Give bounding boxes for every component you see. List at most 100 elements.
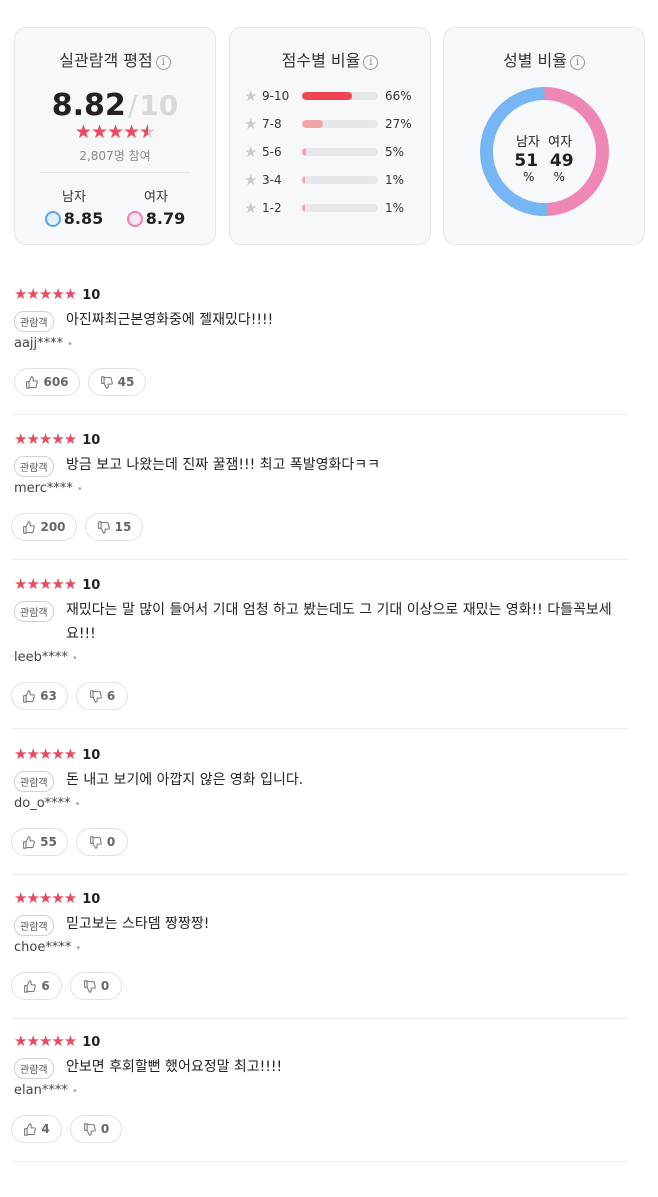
info-icon[interactable]: i: [363, 55, 379, 70]
user-id: do_o****: [14, 796, 71, 811]
like-button[interactable]: 606: [14, 368, 80, 396]
thumbs-down-icon: [83, 979, 96, 993]
review-divider: [12, 874, 628, 875]
viewer-badge: 관람객: [14, 771, 54, 792]
score-bar-fill: [302, 204, 306, 212]
review-user[interactable]: choe**** •: [14, 940, 81, 955]
review-text: 돈 내고 보기에 아깝지 않은 영화 입니다.: [66, 772, 304, 788]
participant-count: 2,807명 참여: [79, 149, 151, 163]
review-user[interactable]: aajj**** •: [14, 336, 73, 351]
score-range-label: 1-2: [262, 201, 282, 215]
like-button[interactable]: 6: [11, 972, 62, 1000]
thumbs-down-icon: [97, 520, 110, 534]
info-icon[interactable]: i: [155, 55, 171, 70]
thumbs-up-icon: [23, 520, 36, 534]
review-user[interactable]: do_o**** •: [14, 796, 81, 811]
dot-separator: •: [71, 653, 78, 664]
dot-separator: •: [74, 799, 81, 810]
score-percent: 5%: [385, 145, 405, 159]
score-dist-row: ★ 5-6 5%: [244, 142, 420, 162]
score-bar-fill: [302, 92, 353, 100]
male-ratio-value: 51: [514, 151, 539, 171]
female-face-icon: [126, 210, 143, 227]
user-id: aajj****: [14, 336, 64, 351]
dot-separator: •: [67, 339, 74, 350]
thumbs-up-icon: [23, 689, 35, 703]
dislike-count: 45: [117, 375, 135, 389]
review-divider: [12, 728, 628, 729]
score-range-label: 9-10: [262, 89, 290, 103]
female-score-col: 여자 8.79: [126, 186, 185, 228]
female-ratio-label: 여자: [548, 135, 573, 150]
viewer-badge: 관람객: [14, 601, 54, 622]
review-stars: ★★★★★ 10: [14, 1032, 100, 1050]
like-button[interactable]: 63: [11, 682, 68, 710]
star-icons: ★★★★★: [14, 285, 77, 303]
female-ratio-value: 49: [549, 151, 574, 171]
dislike-button[interactable]: 0: [70, 972, 122, 1000]
dislike-button[interactable]: 0: [70, 1115, 122, 1143]
review-stars: ★★★★★ 10: [14, 575, 100, 593]
thumbs-up-icon: [24, 979, 37, 993]
review-stars: ★★★★★ 10: [14, 745, 100, 763]
dislike-button[interactable]: 45: [88, 368, 146, 396]
review-score: 10: [82, 748, 101, 763]
info-icon[interactable]: i: [569, 55, 585, 70]
thumbs-down-icon: [89, 835, 102, 849]
thumbs-down-icon: [100, 375, 113, 389]
male-score: 8.85: [63, 209, 104, 228]
dot-separator: •: [71, 1086, 78, 1097]
dislike-count: 0: [106, 835, 116, 849]
dislike-button[interactable]: 15: [85, 513, 143, 541]
user-id: elan****: [14, 1083, 68, 1098]
review-text: 안보면 후회할뻔 했어요정말 최고!!!!: [66, 1059, 283, 1075]
review-text: 방금 보고 나왔는데 진짜 꿀잼!!! 최고 폭발영화다ㅋㅋ: [66, 457, 381, 473]
dislike-button[interactable]: 0: [76, 828, 128, 856]
thumbs-up-icon: [23, 835, 35, 849]
review-divider: [12, 1018, 628, 1019]
review-user[interactable]: elan**** •: [14, 1083, 78, 1098]
score-distribution-card: 점수별 비율 i ★ 9-10 66% ★ 7-8 27% ★ 5-6 5% ★ 3-4 1% ★ 1-2 1…: [229, 27, 431, 245]
review-user[interactable]: merc**** •: [14, 481, 83, 496]
male-label: 남자: [62, 190, 86, 205]
score-dist-row: ★ 1-2 1%: [244, 198, 420, 218]
review-score: 10: [82, 578, 101, 593]
star-icon: ★: [244, 115, 258, 133]
male-ratio-label: 남자: [515, 135, 540, 150]
user-id: leeb****: [14, 650, 68, 665]
score-percent: 1%: [385, 173, 405, 187]
rating-card: 실관람객 평점 i 8.82/10 ★★★★★ ★ 2,807명 참여 남자 8.8…: [14, 27, 216, 245]
like-count: 63: [40, 689, 57, 703]
dot-separator: •: [75, 943, 82, 954]
score-bar-fill: [302, 176, 306, 184]
dislike-count: 15: [114, 520, 132, 534]
gender-ratio-card: 성별 비율 i 남자 여자 51 49 % %: [443, 27, 645, 245]
dislike-button[interactable]: 6: [76, 682, 128, 710]
star-icons-full: ★★★★: [74, 121, 140, 143]
score-bar: [302, 204, 378, 212]
score-dist-row: ★ 3-4 1%: [244, 170, 420, 190]
review-stars: ★★★★★ 10: [14, 889, 100, 907]
rating-card-title: 실관람객 평점 i: [15, 47, 215, 71]
star-icon: ★: [244, 87, 258, 105]
review-user[interactable]: leeb**** •: [14, 650, 78, 665]
review-divider: [12, 559, 628, 560]
star-icons: ★★★★★: [14, 575, 77, 593]
viewer-badge: 관람객: [14, 915, 54, 936]
review-text: 아진짜최근본영화중에 젤재밌다!!!!: [66, 312, 274, 328]
gender-scores: 남자 8.85 여자 8.79: [15, 186, 215, 228]
like-button[interactable]: 4: [11, 1115, 62, 1143]
score-bar: [302, 148, 378, 156]
score-range-label: 3-4: [262, 173, 282, 187]
user-id: merc****: [14, 481, 73, 496]
score-separator: /: [127, 89, 138, 122]
dislike-count: 0: [100, 1122, 110, 1136]
like-button[interactable]: 200: [11, 513, 77, 541]
score-bar: [302, 176, 378, 184]
score-bar: [302, 92, 378, 100]
review-stars: ★★★★★ 10: [14, 430, 100, 448]
like-button[interactable]: 55: [11, 828, 68, 856]
star-icons: ★★★★★: [14, 1032, 77, 1050]
divider: [40, 172, 190, 173]
star-icon: ★: [244, 199, 258, 217]
